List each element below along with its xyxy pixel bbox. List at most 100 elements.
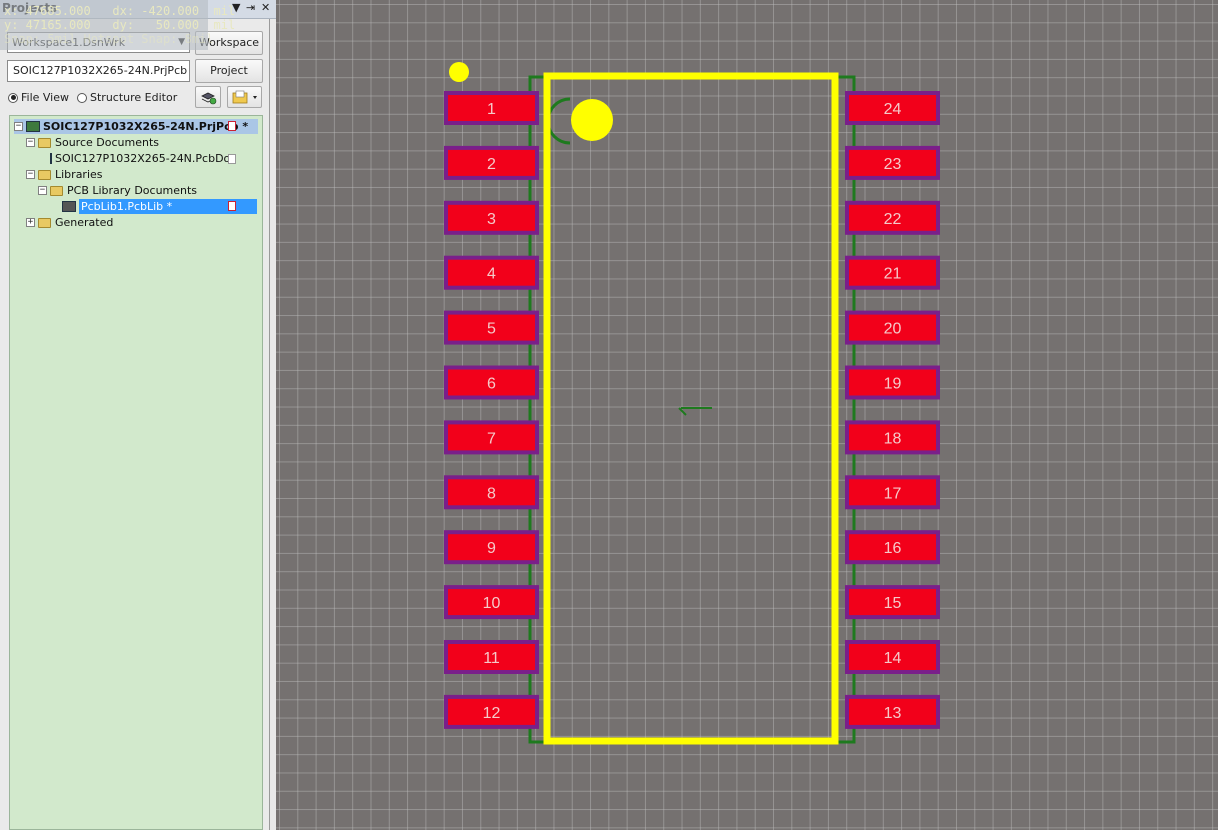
pad-number-label: 24: [884, 101, 902, 118]
pad-right-22[interactable]: 22: [845, 200, 940, 235]
tree-item-label: SOIC127P1032X265-24N.PcbDoc: [55, 152, 230, 165]
pad-number-label: 9: [487, 540, 496, 557]
pad-left-4[interactable]: 4: [444, 255, 539, 290]
panel-pin-icon[interactable]: ⇥: [246, 1, 255, 14]
pad-number-label: 7: [487, 430, 496, 447]
left-pad-column: 123456789101112: [444, 91, 539, 729]
right-pad-column: 24 23 22 21 20 19 18 17 16 15 14 13: [845, 91, 940, 729]
project-button[interactable]: Project: [195, 59, 263, 83]
collapse-icon: −: [26, 169, 35, 179]
pad-left-5[interactable]: 5: [444, 310, 539, 345]
pad-number-label: 11: [483, 650, 500, 667]
pad-number-label: 22: [884, 211, 902, 228]
modified-document-icon: [228, 121, 236, 131]
file-view-label: File View: [21, 91, 70, 104]
folder-icon: [50, 185, 63, 196]
pad-number-label: 13: [884, 705, 902, 722]
tree-item-project[interactable]: − SOIC127P1032X265-24N.PrjPcb *: [14, 119, 258, 134]
pad-left-3[interactable]: 3: [444, 200, 539, 235]
pad-number-label: 2: [487, 156, 496, 173]
pad-left-6[interactable]: 6: [444, 365, 539, 400]
pad-left-1[interactable]: 1: [444, 91, 539, 125]
tree-item-pcb-library-documents[interactable]: − PCB Library Documents: [38, 183, 197, 198]
chevron-down-icon: ▼: [178, 37, 185, 47]
tree-item-pcbdoc[interactable]: SOIC127P1032X265-24N.PcbDoc: [50, 151, 230, 166]
folder-icon: [38, 217, 51, 228]
modified-document-icon: [228, 201, 236, 211]
pad-right-24[interactable]: 24: [845, 91, 940, 125]
structure-editor-radio[interactable]: Structure Editor: [77, 91, 177, 104]
pad-right-13[interactable]: 13: [845, 694, 940, 729]
pad-number-label: 16: [884, 540, 902, 557]
panel-menu-icon[interactable]: ▼: [232, 1, 240, 14]
collapse-icon: −: [26, 137, 35, 147]
collapse-icon: −: [14, 121, 23, 131]
pcb-project-icon: [26, 121, 40, 132]
pad-number-label: 8: [487, 485, 496, 502]
pad-number-label: 6: [487, 376, 496, 393]
pad-left-11[interactable]: 11: [444, 640, 539, 674]
pad-number-label: 12: [483, 705, 501, 722]
pcb-document-icon: [50, 153, 52, 164]
workspace-combo[interactable]: Workspace1.DsnWrk ▼: [7, 32, 190, 53]
workspace-button[interactable]: Workspace: [195, 31, 263, 55]
pad-right-18[interactable]: 18: [845, 420, 940, 455]
pad-number-label: 21: [884, 266, 902, 283]
pad-right-20[interactable]: 20: [845, 310, 940, 345]
projects-panel-titlebar: Projects ▼ ⇥ ✕: [0, 0, 276, 19]
layers-tool-button[interactable]: [195, 86, 221, 108]
expand-icon: +: [26, 217, 35, 227]
workspace-combo-value: Workspace1.DsnWrk: [12, 36, 126, 49]
collapse-icon: −: [38, 185, 47, 195]
open-folder-icon: [232, 90, 257, 104]
pad-number-label: 4: [487, 266, 496, 283]
project-field[interactable]: SOIC127P1032X265-24N.PrjPcb: [7, 60, 190, 82]
pad-left-12[interactable]: 12: [444, 694, 539, 729]
tree-item-source-documents[interactable]: − Source Documents: [26, 135, 159, 150]
structure-editor-label: Structure Editor: [90, 91, 178, 104]
tree-item-label: Generated: [55, 216, 114, 229]
pad-number-label: 19: [884, 376, 902, 393]
open-document-button[interactable]: [227, 86, 262, 108]
courtyard-outline: [528, 75, 856, 744]
panel-title: Projects: [2, 1, 58, 15]
pad-left-2[interactable]: 2: [444, 145, 539, 180]
tree-item-libraries[interactable]: − Libraries: [26, 167, 103, 182]
panel-close-icon[interactable]: ✕: [261, 1, 270, 14]
radio-unselected-icon: [77, 92, 87, 103]
pin1-notch-arc: [546, 97, 571, 145]
pad-right-14[interactable]: 14: [845, 640, 940, 674]
pad-left-7[interactable]: 7: [444, 420, 539, 455]
pad-number-label: 10: [483, 595, 501, 612]
pad-left-10[interactable]: 10: [444, 585, 539, 620]
tree-item-label: Libraries: [55, 168, 103, 181]
footprint-drawing: 123456789101112 242322212019181716151413: [444, 62, 940, 745]
radio-selected-icon: [8, 92, 18, 103]
pad-right-17[interactable]: 17: [845, 475, 940, 510]
pad-left-8[interactable]: 8: [444, 475, 539, 510]
folder-icon: [38, 137, 51, 148]
pad-left-9[interactable]: 9: [444, 530, 539, 565]
pad-number-label: 5: [487, 321, 496, 338]
tree-item-label: Source Documents: [55, 136, 159, 149]
tree-item-pcblib[interactable]: PcbLib1.PcbLib *: [62, 199, 258, 214]
pad-right-21[interactable]: 21: [845, 255, 940, 290]
pad-number-label: 18: [884, 430, 902, 447]
tree-item-generated[interactable]: + Generated: [26, 215, 113, 230]
pin1-indicator-dot: [449, 62, 469, 82]
pcb-editor-canvas[interactable]: 1 2 3 4 5 6 7 8 9 10 11 12 24 23 22 21 20 19 18 17 16 15 14 13: [276, 0, 1218, 830]
pad-right-19[interactable]: 19: [845, 365, 940, 400]
pad-number-label: 17: [884, 485, 902, 502]
pad-number-label: 15: [884, 595, 902, 612]
projects-panel: Projects ▼ ⇥ ✕ Workspace1.DsnWrk ▼ Works…: [0, 0, 276, 830]
pad-right-15[interactable]: 15: [845, 585, 940, 620]
pad-right-23[interactable]: 23: [845, 145, 940, 180]
layers-icon: [201, 92, 217, 105]
folder-icon: [38, 169, 51, 180]
project-tree: − SOIC127P1032X265-24N.PrjPcb * − Source…: [9, 115, 263, 830]
pad-right-16[interactable]: 16: [845, 530, 940, 565]
pad-number-label: 20: [884, 321, 902, 338]
file-view-radio[interactable]: File View: [8, 91, 69, 104]
tree-item-label: SOIC127P1032X265-24N.PrjPcb *: [43, 120, 249, 133]
pin1-marker-circle: [571, 99, 613, 141]
